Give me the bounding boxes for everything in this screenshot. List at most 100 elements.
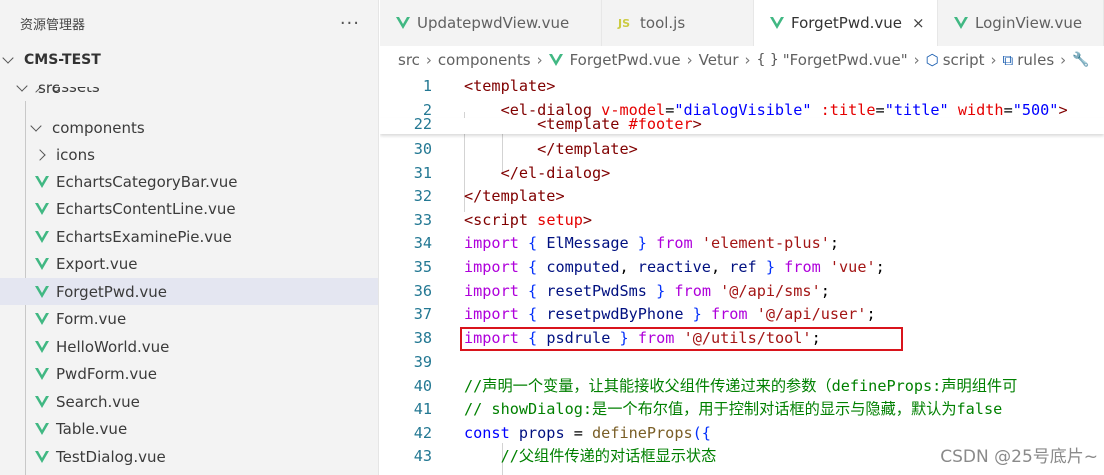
folder-label: icons xyxy=(56,145,95,164)
line-number: 32 xyxy=(413,187,432,205)
breadcrumb-vetur[interactable]: Vetur xyxy=(699,51,739,69)
more-actions-icon[interactable]: ··· xyxy=(340,13,360,34)
tab-updatepwdview[interactable]: UpdatepwdView.vue xyxy=(380,0,602,46)
vue-icon xyxy=(35,313,49,325)
file-item[interactable]: EchartsExaminePie.vue xyxy=(0,223,378,250)
tab-loginview[interactable]: LoginView.vue xyxy=(938,0,1104,46)
code-text: import { computed, reactive, ref } from … xyxy=(464,258,885,276)
breadcrumb-src[interactable]: src xyxy=(398,51,420,69)
breadcrumb-script[interactable]: script xyxy=(943,51,985,69)
file-item[interactable]: TestDialog.vue xyxy=(0,443,378,470)
folder-components[interactable]: components xyxy=(0,114,378,141)
line-number: 33 xyxy=(413,211,432,229)
vue-icon xyxy=(35,175,49,188)
file-label: EchartsCategoryBar.vue xyxy=(56,172,238,191)
file-item[interactable]: Table.vue xyxy=(0,416,378,443)
braces-icon: { } xyxy=(756,52,779,68)
line-number: 42 xyxy=(413,424,432,442)
chevron-right-icon: › xyxy=(744,51,751,69)
chevron-down-icon xyxy=(30,119,42,132)
chevron-right-icon: › xyxy=(1060,51,1067,69)
code-text: <template> xyxy=(464,77,556,95)
sticky-scroll-line: 22 <template #footer> xyxy=(380,118,1104,134)
line-number: 1 xyxy=(422,77,432,95)
vue-icon xyxy=(35,203,49,215)
file-item[interactable]: Form.vue xyxy=(0,306,378,333)
file-item[interactable]: EchartsContentLine.vue xyxy=(0,196,378,223)
vue-icon xyxy=(770,17,784,29)
vue-icon xyxy=(35,230,49,243)
explorer-sidebar: 资源管理器 ··· CMS-TEST src assets components… xyxy=(0,0,379,475)
tab-label: UpdatepwdView.vue xyxy=(417,14,570,32)
vue-icon xyxy=(35,423,49,435)
line-number: 36 xyxy=(413,282,432,300)
line-number: 34 xyxy=(413,234,432,252)
line-number: 30 xyxy=(413,140,432,158)
folder-label: assets xyxy=(52,87,100,96)
chevron-right-icon xyxy=(30,87,42,93)
breadcrumb: src › components › ForgetPwd.vue › Vetur… xyxy=(380,46,1104,74)
chevron-right-icon: › xyxy=(425,51,432,69)
code-text: //父组件传递的对话框显示状态 xyxy=(464,447,717,465)
code-text: const props = defineProps({ xyxy=(464,424,711,442)
file-label: Export.vue xyxy=(56,255,138,273)
file-label: PwdForm.vue xyxy=(56,365,158,383)
chevron-right-icon: › xyxy=(686,51,693,69)
code-text: import { resetpwdByPhone } from '@/api/u… xyxy=(464,305,876,323)
file-item[interactable]: Search.vue xyxy=(0,388,378,415)
file-label: HelloWorld.vue xyxy=(56,337,170,356)
project-root[interactable]: CMS-TEST xyxy=(0,46,378,73)
folder-assets[interactable]: assets xyxy=(0,87,378,101)
breadcrumb-file[interactable]: ForgetPwd.vue xyxy=(570,51,681,69)
file-label: EchartsContentLine.vue xyxy=(56,200,236,218)
highlight-annotation-box xyxy=(460,327,903,351)
line-number: 39 xyxy=(413,353,432,371)
vue-icon xyxy=(35,368,49,380)
code-text: import { resetPwdSms } from '@/api/sms'; xyxy=(464,282,830,300)
editor-tabs: UpdatepwdView.vue JS tool.js ForgetPwd.v… xyxy=(380,0,1104,46)
watermark: CSDN @25号底片~ xyxy=(940,447,1098,467)
file-item[interactable]: Export.vue xyxy=(0,251,378,278)
line-number: 31 xyxy=(413,164,432,182)
explorer-title: 资源管理器 xyxy=(20,17,86,33)
folder-icons[interactable]: icons xyxy=(0,141,378,168)
code-editor[interactable]: 1 <template> 2 <el-dialog v-model="dialogV… xyxy=(380,74,1104,475)
line-number: 41 xyxy=(413,400,432,418)
file-label: TestDialog.vue xyxy=(56,447,166,466)
js-icon: JS xyxy=(618,16,631,30)
file-label: Table.vue xyxy=(56,420,128,438)
file-item[interactable]: PwdForm.vue xyxy=(0,361,378,388)
file-item[interactable]: EchartsCategoryBar.vue xyxy=(0,168,378,195)
code-text: </template> xyxy=(464,187,565,205)
chevron-right-icon: › xyxy=(913,51,920,69)
code-text: </template> xyxy=(537,140,638,158)
vue-icon xyxy=(35,258,49,270)
line-number: 40 xyxy=(413,377,432,395)
file-label: Form.vue xyxy=(56,310,127,328)
tab-forgetpwd[interactable]: ForgetPwd.vue × xyxy=(754,0,938,46)
file-item[interactable]: HelloWorld.vue xyxy=(0,333,378,360)
file-item[interactable]: ForgetPwd.vue xyxy=(0,278,378,305)
project-name: CMS-TEST xyxy=(24,51,101,68)
code-text: </el-dialog> xyxy=(500,164,611,182)
file-label: ForgetPwd.vue xyxy=(56,282,168,301)
close-icon[interactable]: × xyxy=(912,14,925,32)
vue-icon xyxy=(35,285,49,298)
file-label: Search.vue xyxy=(56,392,140,411)
vue-icon xyxy=(548,54,563,66)
tab-tool-js[interactable]: JS tool.js xyxy=(602,0,754,46)
line-number: 43 xyxy=(413,447,432,465)
line-number: 38 xyxy=(413,329,432,347)
breadcrumb-rules[interactable]: rules xyxy=(1017,51,1054,69)
code-text: // showDialog:是一个布尔值，用于控制对话框的显示与隐藏，默认为fa… xyxy=(464,400,1003,418)
vue-icon xyxy=(954,17,968,29)
breadcrumb-components[interactable]: components xyxy=(438,51,531,69)
line-number: 22 xyxy=(413,118,432,133)
vue-icon xyxy=(35,450,49,463)
vue-icon xyxy=(35,395,49,408)
folder-label: components xyxy=(52,118,145,137)
breadcrumb-quoted[interactable]: "ForgetPwd.vue" xyxy=(783,51,908,69)
tab-label: LoginView.vue xyxy=(975,14,1083,32)
file-label: EchartsExaminePie.vue xyxy=(56,227,232,246)
line-number: 35 xyxy=(413,258,432,276)
